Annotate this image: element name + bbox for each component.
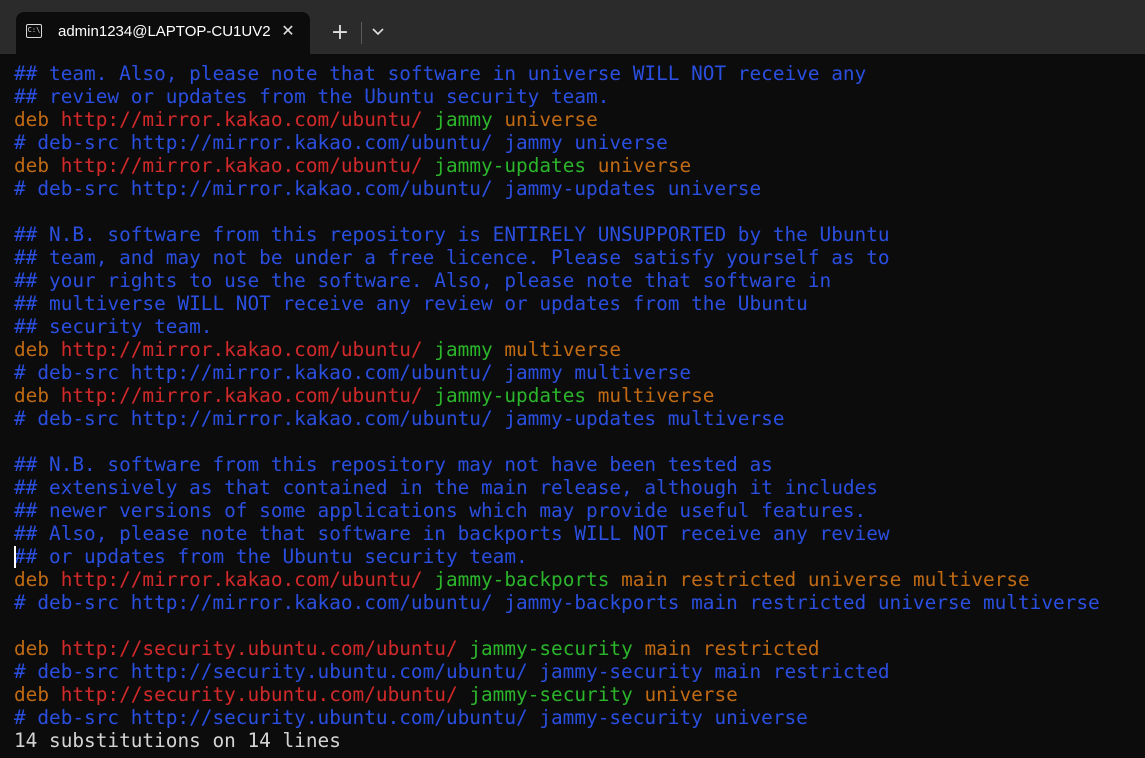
terminal-line: ## N.B. software from this repository ma… bbox=[14, 453, 1145, 476]
terminal-line: # deb-src http://mirror.kakao.com/ubuntu… bbox=[14, 361, 1145, 384]
terminal-text-segment: jammy bbox=[434, 338, 493, 361]
terminal-text-segment: universe bbox=[632, 683, 738, 706]
terminal-line: ## review or updates from the Ubuntu sec… bbox=[14, 85, 1145, 108]
terminal-text-segment: universe bbox=[586, 154, 692, 177]
terminal-text-segment: deb bbox=[14, 568, 61, 591]
terminal-text-segment: http://mirror.kakao.com/ubuntu/ bbox=[60, 384, 423, 407]
terminal-line: ## security team. bbox=[14, 315, 1145, 338]
terminal-line: # deb-src http://mirror.kakao.com/ubuntu… bbox=[14, 177, 1145, 200]
terminal-line: ## multiverse WILL NOT receive any revie… bbox=[14, 292, 1145, 315]
terminal-line: deb http://mirror.kakao.com/ubuntu/ jamm… bbox=[14, 338, 1145, 361]
chevron-down-icon[interactable] bbox=[366, 21, 390, 45]
terminal-text-segment: ## or updates from the Ubuntu security t… bbox=[14, 545, 528, 568]
terminal-text-segment: ## multiverse WILL NOT receive any revie… bbox=[14, 292, 808, 315]
terminal-text-segment: http://mirror.kakao.com/ubuntu/ bbox=[60, 108, 423, 131]
terminal-text-segment: # deb-src http://security.ubuntu.com/ubu… bbox=[14, 706, 808, 729]
close-icon[interactable]: ✕ bbox=[278, 21, 298, 41]
terminal-text-segment: multiverse bbox=[586, 384, 715, 407]
terminal-text-segment: # deb-src http://mirror.kakao.com/ubuntu… bbox=[14, 131, 668, 154]
terminal-line: ## extensively as that contained in the … bbox=[14, 476, 1145, 499]
terminal-text-segment: deb bbox=[14, 108, 61, 131]
terminal-text-segment: ## team, and may not be under a free lic… bbox=[14, 246, 890, 269]
terminal-icon: C:\ bbox=[26, 24, 42, 38]
terminal-line: # deb-src http://mirror.kakao.com/ubuntu… bbox=[14, 407, 1145, 430]
terminal-line: deb http://mirror.kakao.com/ubuntu/ jamm… bbox=[14, 568, 1145, 591]
terminal-text-segment: main restricted bbox=[632, 637, 820, 660]
terminal-line: deb http://security.ubuntu.com/ubuntu/ j… bbox=[14, 637, 1145, 660]
terminal-text-segment: # deb-src http://mirror.kakao.com/ubuntu… bbox=[14, 361, 692, 384]
terminal-text-segment: deb bbox=[14, 154, 61, 177]
terminal-text-segment: ## N.B. software from this repository ma… bbox=[14, 453, 773, 476]
terminal-line: ## or updates from the Ubuntu security t… bbox=[14, 545, 1145, 568]
terminal-text-segment: deb bbox=[14, 683, 61, 706]
terminal-text-segment: # deb-src http://security.ubuntu.com/ubu… bbox=[14, 660, 890, 683]
terminal-line: deb http://security.ubuntu.com/ubuntu/ j… bbox=[14, 683, 1145, 706]
terminal-text-segment: main restricted universe multiverse bbox=[609, 568, 1030, 591]
terminal-text-segment: ## newer versions of some applications w… bbox=[14, 499, 867, 522]
terminal-line: ## team, and may not be under a free lic… bbox=[14, 246, 1145, 269]
tab-title: admin1234@LAPTOP-CU1UV2 bbox=[58, 23, 271, 40]
tab-terminal[interactable]: C:\ admin1234@LAPTOP-CU1UV2 ✕ bbox=[16, 12, 310, 54]
terminal-text-segment: deb bbox=[14, 637, 61, 660]
terminal-line: ## team. Also, please note that software… bbox=[14, 62, 1145, 85]
terminal-text-segment: # deb-src http://mirror.kakao.com/ubuntu… bbox=[14, 177, 762, 200]
terminal-text-segment: universe bbox=[492, 108, 598, 131]
terminal-line: ## your rights to use the software. Also… bbox=[14, 269, 1145, 292]
terminal-text-segment: ## your rights to use the software. Also… bbox=[14, 269, 832, 292]
terminal-line: # deb-src http://security.ubuntu.com/ubu… bbox=[14, 660, 1145, 683]
terminal-text-segment: http://security.ubuntu.com/ubuntu/ bbox=[60, 683, 458, 706]
terminal-text-segment: multiverse bbox=[492, 338, 622, 361]
terminal-text-segment: ## N.B. software from this repository is… bbox=[14, 223, 890, 246]
terminal-output[interactable]: ## team. Also, please note that software… bbox=[14, 62, 1145, 752]
terminal-text-segment: # deb-src http://mirror.kakao.com/ubuntu… bbox=[14, 591, 1100, 614]
terminal-text-segment: ## security team. bbox=[14, 315, 213, 338]
title-bar: C:\ admin1234@LAPTOP-CU1UV2 ✕ + bbox=[0, 0, 1145, 54]
terminal-line: # deb-src http://mirror.kakao.com/ubuntu… bbox=[14, 591, 1145, 614]
plus-icon[interactable]: + bbox=[326, 21, 354, 45]
terminal-text-segment: # deb-src http://mirror.kakao.com/ubuntu… bbox=[14, 407, 785, 430]
terminal-line: deb http://mirror.kakao.com/ubuntu/ jamm… bbox=[14, 384, 1145, 407]
terminal-line: # deb-src http://mirror.kakao.com/ubuntu… bbox=[14, 131, 1145, 154]
terminal-text-segment: deb bbox=[14, 384, 61, 407]
text-cursor bbox=[14, 546, 16, 568]
terminal-line: deb http://mirror.kakao.com/ubuntu/ jamm… bbox=[14, 108, 1145, 131]
terminal-text-segment: jammy-security bbox=[469, 683, 633, 706]
terminal-text-segment: http://mirror.kakao.com/ubuntu/ bbox=[60, 154, 423, 177]
terminal-text-segment: jammy bbox=[434, 108, 493, 131]
terminal-text-segment: deb bbox=[14, 338, 61, 361]
terminal-text-segment: ## Also, please note that software in ba… bbox=[14, 522, 890, 545]
terminal-text-segment: jammy-updates bbox=[434, 384, 587, 407]
terminal-text-segment: http://security.ubuntu.com/ubuntu/ bbox=[60, 637, 458, 660]
terminal-text-segment: jammy-backports bbox=[434, 568, 610, 591]
terminal-text-segment: ## team. Also, please note that software… bbox=[14, 62, 867, 85]
terminal-line: ## N.B. software from this repository is… bbox=[14, 223, 1145, 246]
status-line: 14 substitutions on 14 lines bbox=[14, 729, 341, 752]
terminal-text-segment: jammy-security bbox=[469, 637, 633, 660]
terminal-text-segment: http://mirror.kakao.com/ubuntu/ bbox=[60, 568, 423, 591]
terminal-line: # deb-src http://security.ubuntu.com/ubu… bbox=[14, 706, 1145, 729]
terminal-text-segment: ## extensively as that contained in the … bbox=[14, 476, 878, 499]
terminal-text-segment: http://mirror.kakao.com/ubuntu/ bbox=[60, 338, 423, 361]
terminal-line: ## newer versions of some applications w… bbox=[14, 499, 1145, 522]
terminal-text-segment: ## review or updates from the Ubuntu sec… bbox=[14, 85, 610, 108]
terminal-text-segment: jammy-updates bbox=[434, 154, 587, 177]
terminal-line: deb http://mirror.kakao.com/ubuntu/ jamm… bbox=[14, 154, 1145, 177]
tab-divider bbox=[361, 22, 362, 44]
terminal-line: ## Also, please note that software in ba… bbox=[14, 522, 1145, 545]
